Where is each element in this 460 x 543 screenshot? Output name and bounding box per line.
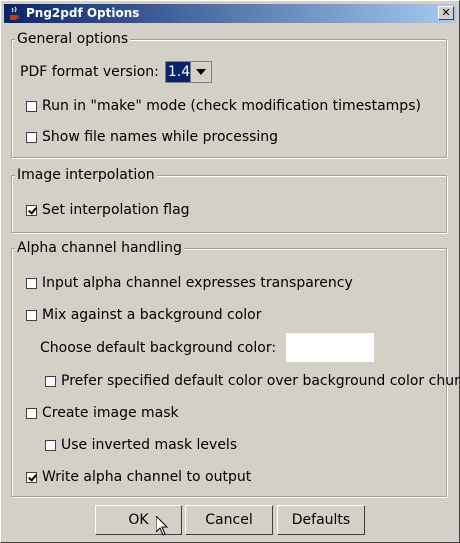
prefer-default-checkbox[interactable] [45,375,56,387]
mix-row[interactable]: Mix against a background color [26,307,262,323]
mouse-pointer-icon [156,516,168,536]
bg-color-row: Choose default background color: [40,333,375,362]
write-alpha-row[interactable]: Write alpha channel to output [26,469,251,485]
show-names-row[interactable]: Show file names while processing [26,129,278,145]
pdf-version-value: 1.4 [165,62,191,82]
inverted-mask-checkbox[interactable] [45,439,56,451]
cancel-button[interactable]: Cancel [185,505,273,535]
defaults-button[interactable]: Defaults [277,505,365,535]
bg-color-label: Choose default background color: [40,339,277,356]
alpha-legend: Alpha channel handling [15,239,184,257]
interpolation-group: Image interpolation Set interpolation fl… [11,166,447,233]
dropdown-arrow-button[interactable] [189,62,211,82]
write-alpha-checkbox[interactable] [26,471,37,483]
write-alpha-label: Write alpha channel to output [42,469,252,485]
make-mode-row[interactable]: Run in "make" mode (check modification t… [26,98,421,114]
inverted-mask-label: Use inverted mask levels [61,437,238,453]
interpolation-flag-row[interactable]: Set interpolation flag [26,202,190,218]
general-options-group: General options PDF format version: 1.4 … [11,30,447,158]
transparency-row[interactable]: Input alpha channel expresses transparen… [26,275,353,291]
pdf-version-select[interactable]: 1.4 [164,61,212,83]
ok-button[interactable]: OK [95,505,182,535]
mix-checkbox[interactable] [26,309,37,321]
transparency-checkbox[interactable] [26,277,37,289]
title-bar[interactable]: Png2pdf Options ✕ [4,4,456,23]
show-names-checkbox[interactable] [26,131,37,143]
bg-color-swatch[interactable] [286,333,375,362]
inverted-mask-row[interactable]: Use inverted mask levels [45,437,237,453]
image-mask-label: Create image mask [42,405,179,421]
pdf-version-row: PDF format version: 1.4 [20,61,212,83]
alpha-group: Alpha channel handling Input alpha chann… [11,239,460,497]
general-options-legend: General options [15,30,131,48]
interpolation-flag-checkbox[interactable] [26,204,37,216]
interpolation-legend: Image interpolation [15,166,157,184]
prefer-default-label: Prefer specified default color over back… [61,373,460,389]
window-title: Png2pdf Options [26,6,140,20]
interpolation-flag-label: Set interpolation flag [42,202,190,218]
image-mask-row[interactable]: Create image mask [26,405,179,421]
pdf-version-label: PDF format version: [20,64,159,80]
prefer-default-row[interactable]: Prefer specified default color over back… [45,373,460,389]
options-dialog: Png2pdf Options ✕ General options PDF fo… [0,0,460,543]
transparency-label: Input alpha channel expresses transparen… [42,275,353,291]
make-mode-label: Run in "make" mode (check modification t… [42,98,421,114]
show-names-label: Show file names while processing [42,129,279,145]
make-mode-checkbox[interactable] [26,100,37,112]
chevron-down-icon [195,69,206,75]
close-button[interactable]: ✕ [438,6,454,20]
image-mask-checkbox[interactable] [26,407,37,419]
close-icon: ✕ [441,6,451,19]
java-cup-icon [10,6,20,20]
mix-label: Mix against a background color [42,307,262,323]
